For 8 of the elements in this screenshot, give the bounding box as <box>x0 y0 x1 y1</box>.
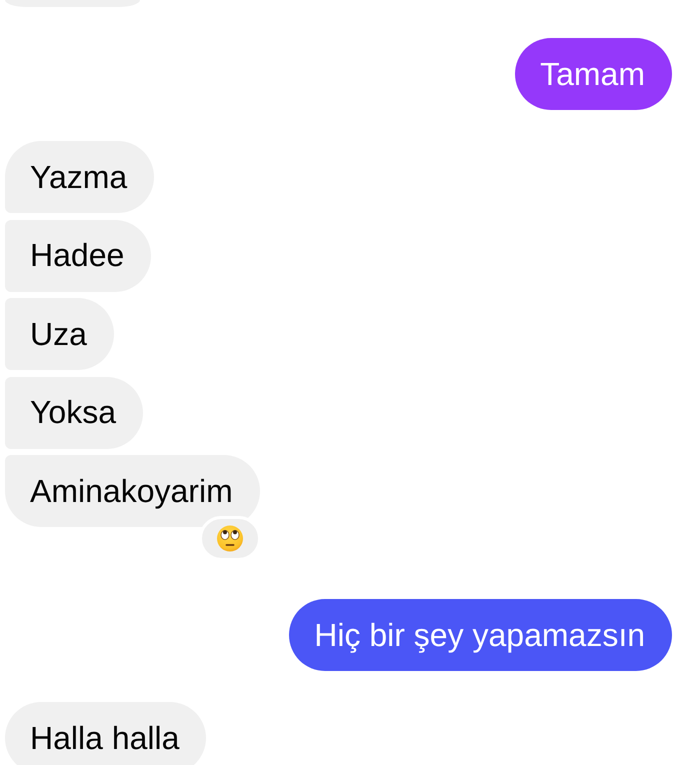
message-bubble: Halla halla <box>5 702 206 765</box>
message-bubble: Uza <box>5 298 114 370</box>
message-bubble: Hadee <box>5 220 152 292</box>
message-bubble: Yoksa <box>5 376 143 448</box>
message-bubble: Yazma <box>5 141 154 213</box>
message-bubble: Tamam <box>515 38 672 110</box>
message-bubble: Hiç bir şey yapamazsın <box>289 599 672 671</box>
message-bubble: Aminakoyarim <box>5 455 260 527</box>
